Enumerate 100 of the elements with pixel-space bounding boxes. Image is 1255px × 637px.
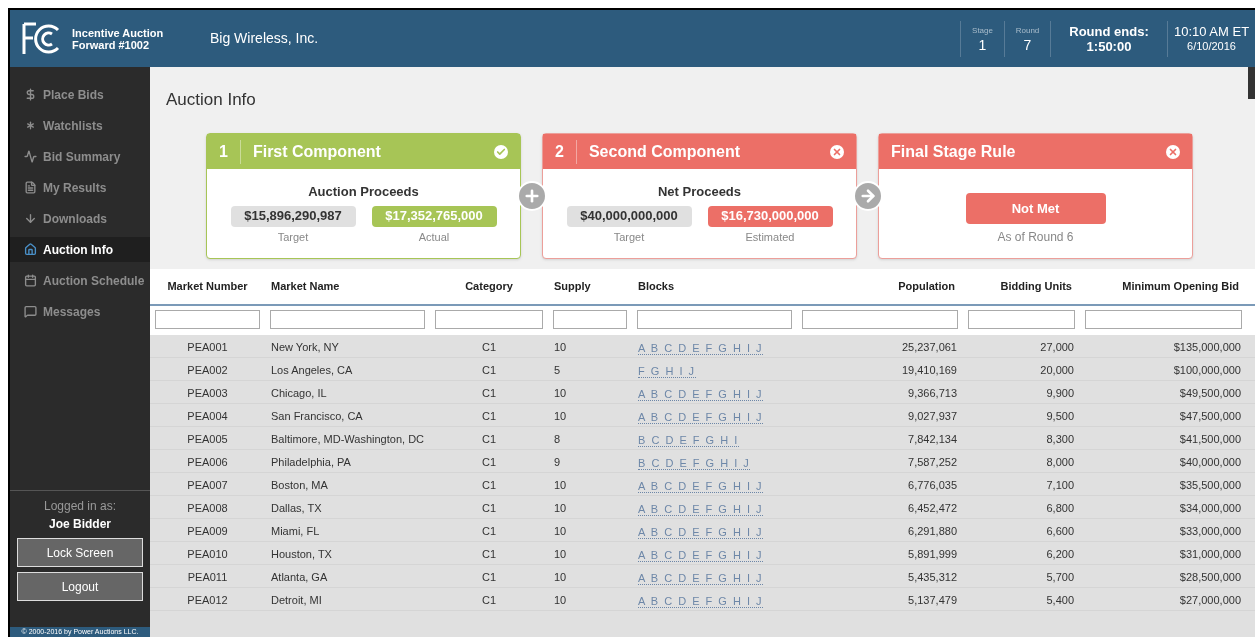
filter-field[interactable]	[1085, 310, 1242, 329]
column-header[interactable]: Market Number	[150, 278, 265, 295]
table-cell-text: Baltimore, MD-Washington, DC	[270, 431, 426, 447]
table-cell-text: $34,000,000	[1178, 500, 1242, 516]
logout-button[interactable]: Logout	[17, 572, 143, 601]
component-title: Second Component	[588, 141, 741, 162]
table-cell-text: C1	[480, 454, 498, 470]
sidebar-item[interactable]: Auction Info	[10, 237, 150, 262]
column-header[interactable]: Blocks	[632, 278, 797, 295]
table-cell-text: Miami, FL	[270, 523, 321, 539]
sidebar-item[interactable]: Downloads	[10, 206, 150, 231]
table-cell-text: 6,600	[1045, 523, 1075, 539]
component-number: 1	[219, 139, 241, 164]
logo-icon	[22, 21, 62, 56]
blocks-link[interactable]: A B C D E F G H I J	[638, 526, 764, 539]
table-cell-text: Detroit, MI	[270, 592, 323, 608]
blocks-link[interactable]: A B C D E F G H I J	[638, 572, 764, 585]
table-cell-text: 20,000	[1039, 362, 1075, 378]
table-cell-text: 5,400	[1045, 592, 1075, 608]
filter-field[interactable]	[435, 310, 543, 329]
table-cell-text: 7,100	[1045, 477, 1075, 493]
table-cell-text: PEA008	[186, 500, 229, 516]
blocks-link[interactable]: A B C D E F G H I J	[638, 388, 764, 401]
column-header[interactable]: Category	[430, 278, 548, 295]
blocks-link[interactable]: A B C D E F G H I J	[638, 595, 764, 608]
table-cell-text: 9,500	[1045, 408, 1075, 424]
current-date: 6/10/2016	[1187, 38, 1236, 54]
table-cell-text: $47,500,000	[1178, 408, 1242, 424]
table-cell-text: C1	[480, 523, 498, 539]
blocks-link[interactable]: B C D E F G H I J	[638, 457, 751, 470]
table-cell-text: 10	[553, 523, 568, 539]
table-cell-text: 8,000	[1045, 454, 1075, 470]
lock-screen-button[interactable]: Lock Screen	[17, 538, 143, 567]
table-cell-text: Los Angeles, CA	[270, 362, 354, 378]
table-cell-text: 27,000	[1039, 339, 1075, 355]
filter-field[interactable]	[968, 310, 1075, 329]
calendar-icon	[24, 274, 37, 287]
card-subtitle: Auction Proceeds	[308, 183, 419, 201]
table-cell-text: $40,000,000	[1178, 454, 1242, 470]
sidebar-item[interactable]: Auction Schedule	[10, 268, 150, 293]
filter-field[interactable]	[270, 310, 425, 329]
actual-label: Estimated	[745, 229, 795, 245]
table-cell-text: San Francisco, CA	[270, 408, 364, 424]
table-cell-text: 10	[553, 385, 568, 401]
table-cell-text: PEA010	[186, 546, 229, 562]
current-time: 10:10 AM ET	[1173, 23, 1250, 39]
sidebar-item[interactable]: Place Bids	[10, 82, 150, 107]
column-header[interactable]: Bidding Units	[963, 278, 1080, 295]
blocks-link[interactable]: A B C D E F G H I J	[638, 342, 764, 355]
filter-field[interactable]	[155, 310, 260, 329]
table-cell-text: $49,500,000	[1178, 385, 1242, 401]
target-value: $40,000,000,000	[566, 205, 692, 227]
table-cell-text: 10	[553, 500, 568, 516]
table-cell-text: C1	[480, 339, 498, 355]
stage-value: 1	[978, 36, 987, 53]
column-header[interactable]: Minimum Opening Bid	[1080, 278, 1247, 295]
app-title: Incentive Auction	[72, 26, 165, 39]
blocks-link[interactable]: A B C D E F G H I J	[638, 503, 764, 516]
round-ends-value: 1:50:00	[1086, 38, 1132, 54]
table-cell-text: New York, NY	[270, 339, 340, 355]
blocks-link[interactable]: A B C D E F G H I J	[638, 549, 764, 562]
home-icon	[24, 243, 37, 256]
column-header[interactable]: Market Name	[265, 278, 430, 295]
column-header[interactable]: Supply	[548, 278, 632, 295]
table-cell-text: 5,435,312	[907, 569, 958, 585]
table-cell-text: C1	[480, 546, 498, 562]
table-cell-text: 5,700	[1045, 569, 1075, 585]
table-cell-text: Dallas, TX	[270, 500, 323, 516]
blocks-link[interactable]: B C D E F G H I	[638, 434, 739, 447]
filter-field[interactable]	[553, 310, 627, 329]
blocks-link[interactable]: A B C D E F G H I J	[638, 411, 764, 424]
document-icon	[24, 181, 37, 194]
table-cell-text: $28,500,000	[1178, 569, 1242, 585]
table-cell-text: $35,500,000	[1178, 477, 1242, 493]
stage-label: Stage	[972, 24, 993, 37]
table-cell-text: PEA001	[186, 339, 229, 355]
round-label: Round	[1015, 24, 1040, 37]
table-cell-text: 5,891,999	[907, 546, 958, 562]
table-cell-text: 8,300	[1045, 431, 1075, 447]
sidebar-item[interactable]: Bid Summary	[10, 144, 150, 169]
blocks-link[interactable]: A B C D E F G H I J	[638, 480, 764, 493]
status-badge: Not Met	[965, 193, 1106, 224]
table-cell-text: PEA002	[186, 362, 229, 378]
table-cell-text: C1	[480, 500, 498, 516]
table-cell-text: C1	[480, 569, 498, 585]
table-cell-text: Atlanta, GA	[270, 569, 329, 585]
table-cell-text: $27,000,000	[1178, 592, 1242, 608]
table-cell-text: 19,410,169	[900, 362, 958, 378]
blocks-link[interactable]: F G H I J	[638, 365, 696, 378]
filter-field[interactable]	[802, 310, 958, 329]
sidebar-item[interactable]: Watchlists	[10, 113, 150, 138]
round-value: 7	[1023, 36, 1032, 53]
table-cell-text: 10	[553, 339, 568, 355]
sidebar-item[interactable]: My Results	[10, 175, 150, 200]
table-cell-text: $41,500,000	[1178, 431, 1242, 447]
sidebar-item[interactable]: Messages	[10, 299, 150, 324]
scrollbar-thumb[interactable]	[1248, 67, 1255, 99]
filter-field[interactable]	[637, 310, 792, 329]
column-header[interactable]: Population	[797, 278, 963, 295]
table-cell-text: PEA005	[186, 431, 229, 447]
